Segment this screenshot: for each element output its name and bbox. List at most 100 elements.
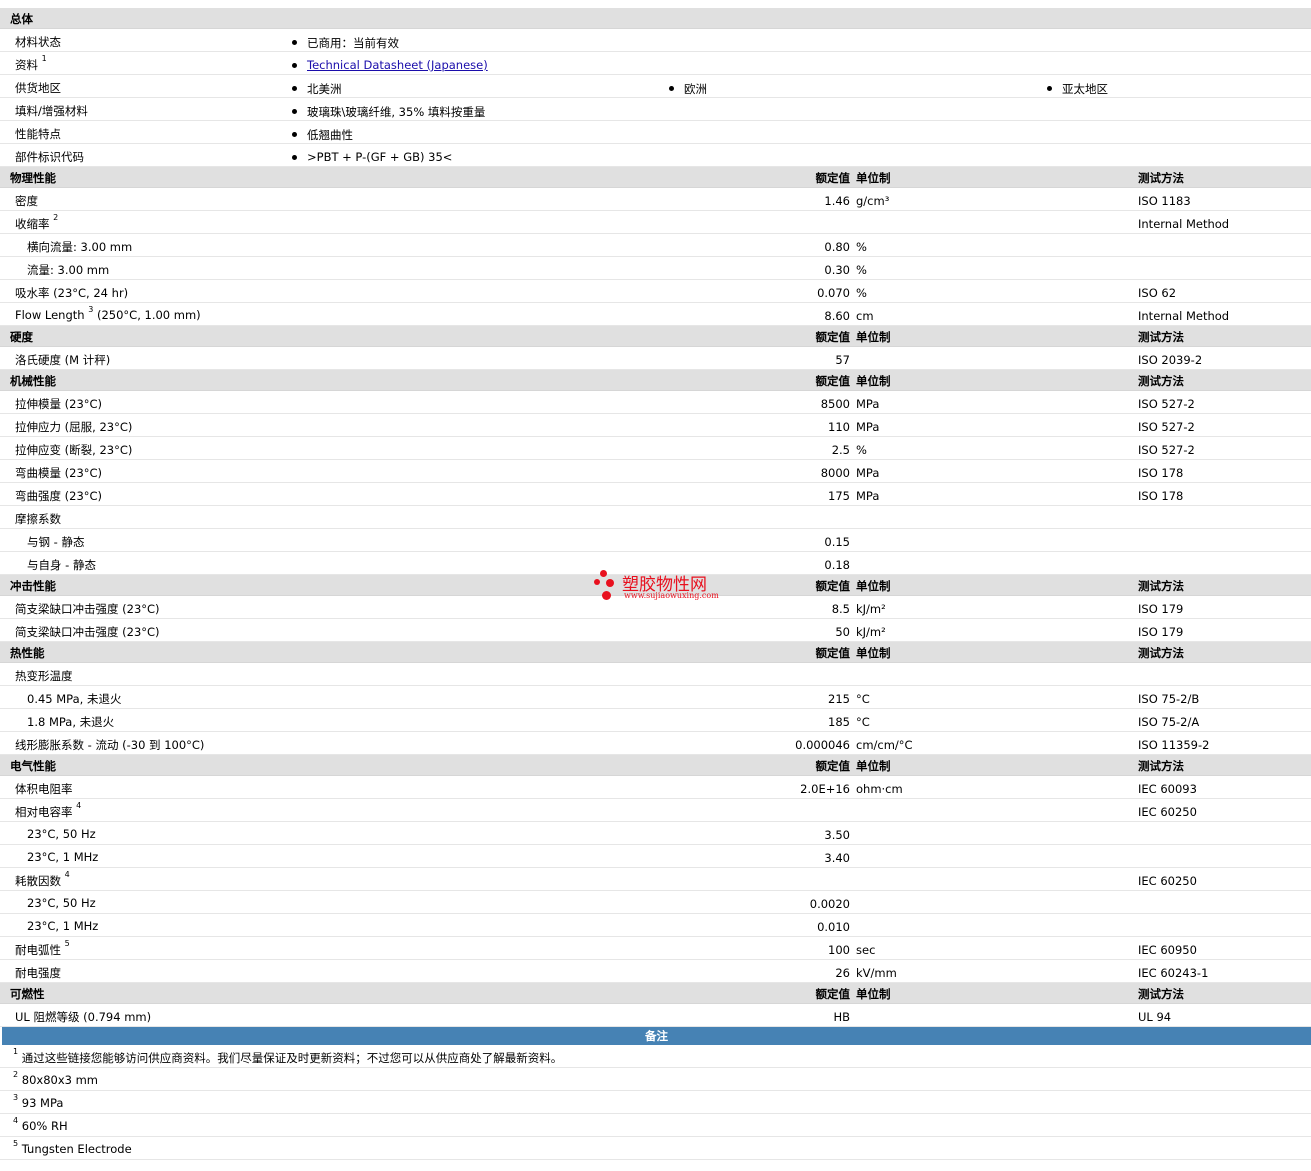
unit-value: kJ/m² (856, 602, 886, 616)
section-title: 电气性能 (10, 759, 56, 773)
property-label: 流量: 3.00 mm (27, 262, 109, 278)
test-method: ISO 179 (1138, 625, 1184, 639)
unit-value: MPa (856, 397, 880, 411)
property-label: 摩擦系数 (15, 511, 61, 527)
property-label-text: 拉伸应力 (屈服, 23°C) (15, 420, 133, 434)
property-row: 密度 1.46 g/cm³ ISO 1183 (0, 188, 1311, 211)
footnote-ref: 4 (13, 1116, 19, 1125)
section-header: 硬度 额定值 单位制 测试方法 (0, 326, 1311, 347)
property-label: Flow Length 3 (250°C, 1.00 mm) (15, 305, 201, 322)
test-method: UL 94 (1138, 1010, 1172, 1024)
test-method: ISO 75-2/B (1138, 692, 1200, 706)
property-label-text: 体积电阻率 (15, 782, 73, 796)
property-label-text: 供货地区 (15, 81, 61, 95)
column-header-nominal: 额定值 (815, 579, 851, 593)
logo-dot (600, 570, 607, 577)
property-label-text: 摩擦系数 (15, 512, 61, 526)
property-label-text: 1.8 MPa, 未退火 (27, 715, 115, 729)
section-title: 机械性能 (10, 374, 56, 388)
footnote-ref: 5 (64, 939, 70, 948)
property-label: 23°C, 1 MHz (27, 919, 98, 933)
footnote-ref: 3 (13, 1093, 19, 1102)
column-header-method: 测试方法 (1138, 330, 1184, 344)
column-header-nominal: 额定值 (815, 171, 851, 185)
nominal-value: 0.010 (817, 920, 850, 934)
nominal-value: 0.070 (817, 286, 850, 300)
test-method: ISO 62 (1138, 286, 1177, 300)
bullet-value: >PBT + P-(GF + GB) 35< (291, 150, 453, 164)
property-label-text: 23°C, 50 Hz (27, 896, 96, 910)
property-row: 线形膨胀系数 - 流动 (-30 到 100°C) 0.000046 cm/cm/°… (0, 732, 1311, 755)
column-header-unit: 单位制 (856, 646, 891, 660)
property-row: 收缩率 2 Internal Method (0, 211, 1311, 234)
unit-value: kV/mm (856, 966, 897, 980)
test-method: ISO 527-2 (1138, 420, 1195, 434)
bullet-value: 亚太地区 (1047, 82, 1108, 96)
logo-dot (602, 591, 611, 600)
column-header-unit: 单位制 (856, 171, 891, 185)
nominal-value: 3.40 (824, 851, 850, 865)
property-row: 相对电容率 4 IEC 60250 (0, 799, 1311, 822)
property-label-text: 横向流量: 3.00 mm (27, 240, 133, 254)
unit-value: kJ/m² (856, 625, 886, 639)
nominal-value: 2.5 (831, 443, 850, 457)
logo-dot (606, 579, 614, 587)
test-method: ISO 527-2 (1138, 443, 1195, 457)
property-label: 耗散因数 4 (15, 870, 70, 889)
property-row: 耗散因数 4 IEC 60250 (0, 868, 1311, 891)
property-label-text: 线形膨胀系数 - 流动 (-30 到 100°C) (15, 738, 205, 752)
test-method: ISO 11359-2 (1138, 738, 1210, 752)
section-title: 物理性能 (10, 171, 56, 185)
property-label: 性能特点 (15, 126, 61, 142)
test-method: IEC 60243-1 (1138, 966, 1209, 980)
section-title: 冲击性能 (10, 579, 56, 593)
property-label: 与钢 - 静态 (27, 534, 84, 550)
property-label-text: 与钢 - 静态 (27, 535, 85, 549)
bullet-value: 已商用：当前有效 (292, 36, 399, 50)
nominal-value: 3.50 (824, 828, 850, 842)
property-label-text: 耐电弧性 (15, 943, 61, 957)
property-row: 热变形温度 (0, 663, 1311, 686)
section-header: 可燃性 额定值 单位制 测试方法 (0, 983, 1311, 1004)
watermark-url: www.sujiaowuxing.com (624, 591, 719, 600)
property-label-text: 资料 (15, 58, 38, 72)
test-method: IEC 60950 (1138, 943, 1197, 957)
footnote-ref: 5 (13, 1139, 19, 1148)
property-label: UL 阻燃等级 (0.794 mm) (15, 1009, 151, 1025)
unit-value: ohm·cm (856, 782, 903, 796)
column-header-method: 测试方法 (1138, 646, 1184, 660)
nominal-value: 0.80 (824, 240, 850, 254)
unit-value: % (856, 443, 867, 457)
nominal-value: 2.0E+16 (800, 782, 850, 796)
test-method: ISO 527-2 (1138, 397, 1195, 411)
unit-value: % (856, 263, 867, 277)
property-label: 拉伸应变 (断裂, 23°C) (15, 442, 132, 458)
unit-value: % (856, 286, 867, 300)
property-row: 横向流量: 3.00 mm 0.80% (0, 234, 1311, 257)
test-method: ISO 178 (1138, 466, 1184, 480)
property-label: 23°C, 50 Hz (27, 896, 96, 910)
test-method: ISO 178 (1138, 489, 1184, 503)
property-row: 体积电阻率 2.0E+16 ohm·cm IEC 60093 (0, 776, 1311, 799)
property-label-text: 材料状态 (15, 35, 61, 49)
section-title: 总体 (10, 12, 33, 26)
property-label: 体积电阻率 (15, 781, 73, 797)
section-title: 硬度 (10, 330, 33, 344)
unit-value: MPa (856, 489, 880, 503)
column-header-method: 测试方法 (1138, 987, 1184, 1001)
nominal-value: 0.18 (824, 558, 850, 572)
nominal-value: 0.0020 (809, 897, 850, 911)
nominal-value: HB (833, 1010, 850, 1024)
property-label: 1.8 MPa, 未退火 (27, 714, 114, 730)
property-row: 23°C, 50 Hz 3.50 (0, 822, 1311, 845)
property-label-text: 填料/增强材料 (15, 104, 88, 118)
nominal-value: 8000 (820, 466, 850, 480)
nominal-value: 26 (835, 966, 850, 980)
note-content: Tungsten Electrode (21, 1142, 132, 1156)
section-header-general: 总体 (0, 8, 1311, 29)
datasheet-link[interactable]: Technical Datasheet (Japanese) (307, 58, 488, 72)
property-label: 横向流量: 3.00 mm (27, 239, 132, 255)
property-row: 资料 1 Technical Datasheet (Japanese) (0, 52, 1311, 75)
column-header-nominal: 额定值 (815, 987, 851, 1001)
property-row: 弯曲模量 (23°C) 8000 MPa ISO 178 (0, 460, 1311, 483)
